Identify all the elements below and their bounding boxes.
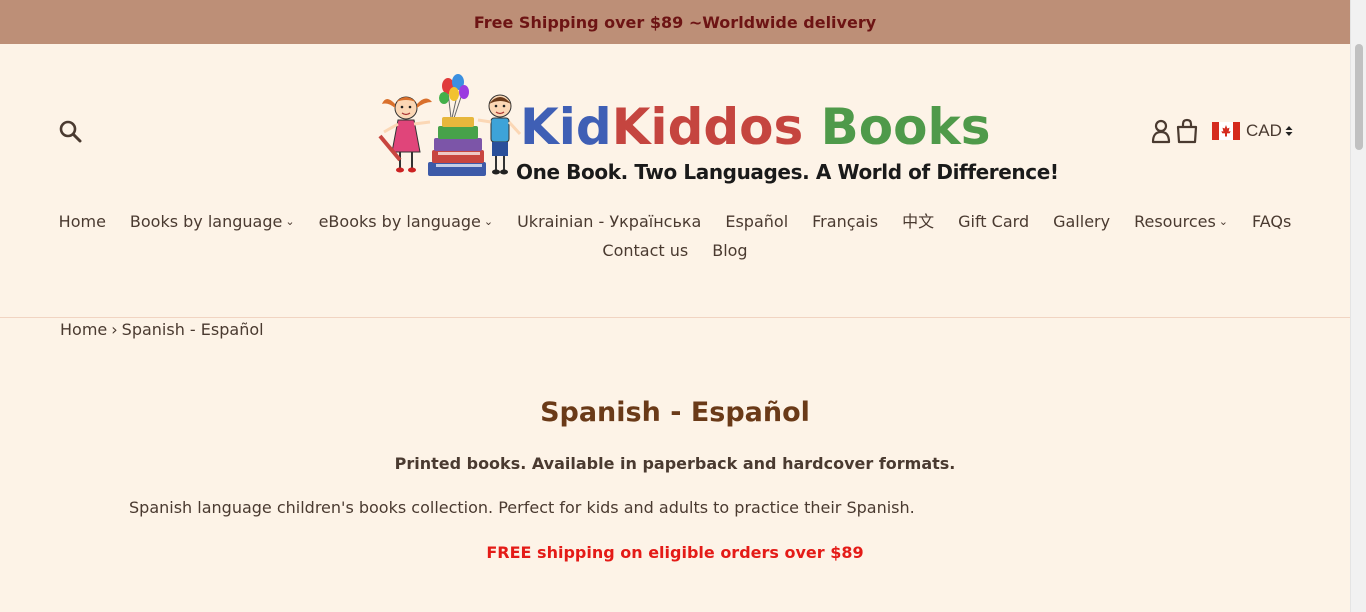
search-icon[interactable] [58,119,84,145]
nav-item-ukrainian[interactable]: Ukrainian - Українська [505,211,713,232]
nav-item-label: Books by language [129,212,283,231]
chevron-down-icon: ⌄ [1218,215,1229,228]
cart-icon[interactable] [1176,118,1198,144]
site-logo[interactable]: KidKiddos Books One Book. Two Languages.… [378,70,1059,190]
logo-word-kiddos: Kiddos [611,98,804,156]
scrollbar-thumb[interactable] [1355,44,1363,150]
nav-item-label: Gallery [1053,212,1111,231]
nav-item-label: 中文 [902,212,935,231]
select-arrows-icon [1285,126,1293,136]
breadcrumb-current: Spanish - Español [121,320,264,339]
chevron-down-icon: ⌄ [483,215,494,228]
page-scrollbar[interactable] [1350,0,1366,612]
page-title: Spanish - Español [540,397,810,428]
nav-item-ebooks-by-language[interactable]: eBooks by language ⌄ [307,211,506,232]
nav-item-label: Contact us [602,241,689,260]
logo-word-books: Books [803,98,991,156]
nav-item-faqs[interactable]: FAQs [1240,211,1303,232]
nav-item-espanol[interactable]: Español [713,211,800,232]
logo-word-kid: Kid [520,98,612,156]
header-actions: CAD [1150,117,1293,145]
nav-item-gift-card[interactable]: Gift Card [946,211,1041,232]
nav-item-contact-us[interactable]: Contact us [590,240,700,261]
account-icon[interactable] [1150,118,1172,144]
nav-item-label: Resources [1134,212,1216,231]
announcement-text: Free Shipping over $89 ~Worldwide delive… [473,12,877,32]
breadcrumb-home-link[interactable]: Home [60,320,107,339]
canada-flag-icon [1212,122,1240,140]
nav-item-gallery[interactable]: Gallery [1041,211,1122,232]
nav-item-label: Español [725,212,789,231]
nav-item-blog[interactable]: Blog [700,240,759,261]
nav-item-label: Blog [712,241,748,260]
breadcrumb-separator: › [111,320,118,339]
chevron-down-icon: ⌄ [285,215,295,228]
kids-with-books-illustration [378,74,522,176]
nav-item-label: Gift Card [958,212,1030,231]
nav-item-label: Ukrainian - Українська [517,212,702,231]
nav-item-francais[interactable]: Français [800,211,890,232]
announcement-bar: Free Shipping over $89 ~Worldwide delive… [0,0,1350,44]
breadcrumb: Home › Spanish - Español [60,320,264,339]
collection-subtitle: Printed books. Available in paperback an… [394,454,956,473]
logo-wordmark: KidKiddos Books [520,98,991,156]
nav-item-label: Home [58,212,106,231]
logo-tagline: One Book. Two Languages. A World of Diff… [516,160,1059,184]
nav-item-label: FAQs [1252,212,1292,231]
nav-item-books-by-language[interactable]: Books by language ⌄ [118,211,307,232]
currency-selector[interactable]: CAD [1212,121,1293,141]
currency-value: CAD [1246,121,1282,140]
collection-description: Spanish language children's books collec… [129,498,915,517]
header-divider [0,317,1350,318]
nav-item-label: Français [812,212,879,231]
nav-item-label: eBooks by language [318,212,481,231]
nav-item-resources[interactable]: Resources ⌄ [1122,211,1240,232]
nav-item-home[interactable]: Home [47,211,118,232]
main-navigation: Home Books by language ⌄ eBooks by langua… [0,211,1350,261]
nav-item-chinese[interactable]: 中文 [890,211,946,232]
free-shipping-promo: FREE shipping on eligible orders over $8… [486,543,864,562]
